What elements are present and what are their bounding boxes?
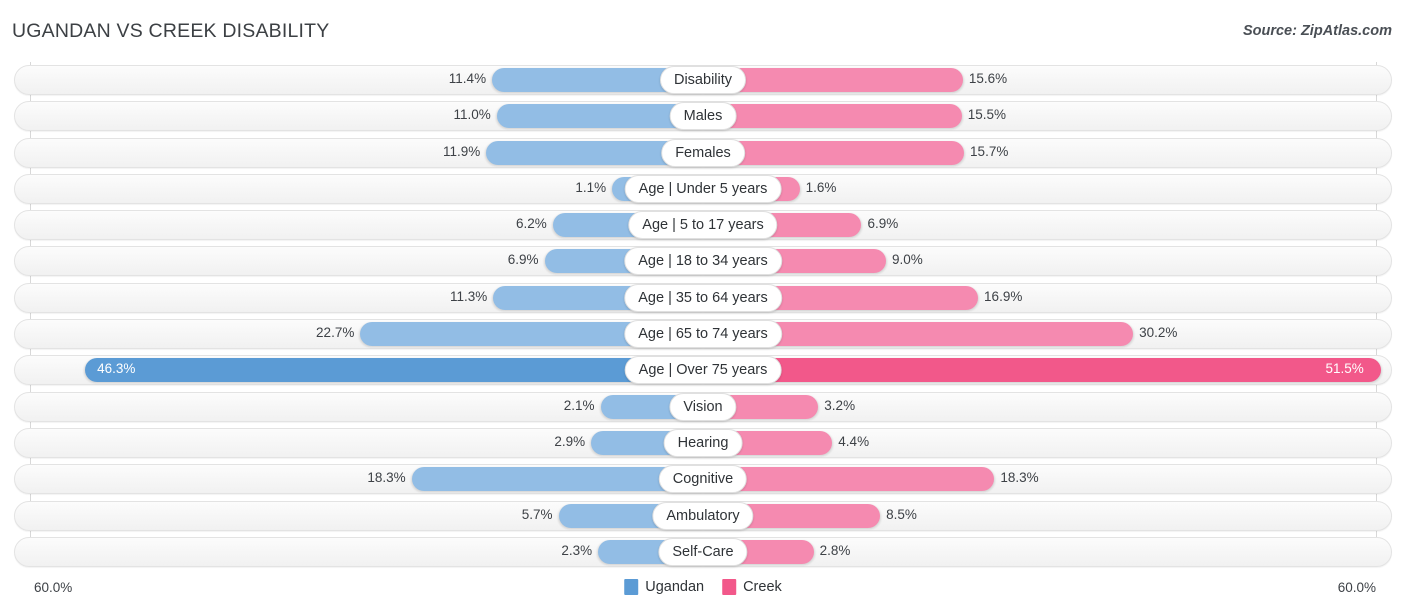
value-label-ugandan: 6.9%: [507, 252, 539, 268]
category-label-pill[interactable]: Males: [669, 102, 737, 131]
diverging-bar-chart: 11.4% 15.6% Disability 11.0% 15.5% Males 11.9%…: [0, 62, 1406, 570]
value-label-creek: 3.2%: [824, 397, 856, 413]
value-label-creek: 16.9%: [984, 288, 1023, 304]
chart-row: 2.3% 2.8% Self-Care: [0, 534, 1406, 570]
category-label-pill[interactable]: Self-Care: [658, 537, 748, 566]
chart-row: 6.2% 6.9% Age | 5 to 17 years: [0, 207, 1406, 243]
value-label-creek: 2.8%: [819, 542, 851, 558]
value-label-creek: 15.7%: [970, 143, 1009, 159]
chart-footer: 60.0% Ugandan Creek 60.0%: [0, 570, 1406, 612]
page-title: UGANDAN VS CREEK DISABILITY: [12, 20, 330, 42]
value-label-ugandan: 5.7%: [521, 506, 553, 522]
value-label-creek: 51.5%: [1325, 361, 1364, 377]
value-label-ugandan: 22.7%: [316, 325, 355, 341]
bar-creek: [703, 104, 962, 129]
value-label-creek: 4.4%: [838, 433, 870, 449]
legend-swatch-icon: [722, 579, 737, 595]
category-label-pill[interactable]: Age | 35 to 64 years: [624, 283, 782, 312]
value-label-ugandan: 6.2%: [515, 216, 547, 232]
chart-row: 1.1% 1.6% Age | Under 5 years: [0, 171, 1406, 207]
legend-label: Ugandan: [645, 579, 705, 595]
axis-label-right: 60.0%: [1337, 580, 1376, 595]
axis-label-left: 60.0%: [34, 580, 73, 595]
category-label-pill[interactable]: Hearing: [663, 428, 743, 457]
chart-row: 11.9% 15.7% Females: [0, 135, 1406, 171]
value-label-creek: 30.2%: [1139, 325, 1178, 341]
category-label-pill[interactable]: Age | 5 to 17 years: [628, 211, 778, 240]
category-label-pill[interactable]: Disability: [659, 66, 747, 94]
chart-page: UGANDAN VS CREEK DISABILITY Source: ZipA…: [0, 0, 1406, 612]
chart-rows: 11.4% 15.6% Disability 11.0% 15.5% Males 11.9%…: [0, 62, 1406, 570]
value-label-ugandan: 11.3%: [449, 288, 488, 304]
value-label-creek: 6.9%: [867, 216, 899, 232]
value-label-ugandan: 11.4%: [448, 71, 487, 86]
value-label-creek: 1.6%: [805, 179, 837, 195]
value-label-ugandan: 2.3%: [561, 542, 593, 558]
category-label-pill[interactable]: Females: [661, 138, 745, 167]
chart-row: 5.7% 8.5% Ambulatory: [0, 498, 1406, 534]
chart-row: 22.7% 30.2% Age | 65 to 74 years: [0, 316, 1406, 352]
category-label-pill[interactable]: Age | Under 5 years: [624, 174, 782, 203]
chart-header: UGANDAN VS CREEK DISABILITY Source: ZipA…: [0, 0, 1406, 60]
category-label-pill[interactable]: Age | 65 to 74 years: [624, 320, 782, 349]
legend-item[interactable]: Ugandan: [624, 579, 704, 595]
category-label-pill[interactable]: Vision: [669, 392, 737, 421]
value-label-ugandan: 1.1%: [575, 179, 607, 195]
chart-row: 11.3% 16.9% Age | 35 to 64 years: [0, 280, 1406, 316]
chart-row: 18.3% 18.3% Cognitive: [0, 461, 1406, 497]
bar-ugandan: [85, 358, 703, 383]
category-label-pill[interactable]: Age | 18 to 34 years: [624, 247, 782, 276]
category-label-pill[interactable]: Cognitive: [658, 465, 748, 494]
bar-creek: [703, 358, 1382, 383]
chart-legend: Ugandan Creek: [624, 579, 782, 595]
value-label-creek: 15.6%: [968, 71, 1008, 86]
value-label-creek: 9.0%: [891, 252, 923, 268]
value-label-ugandan: 18.3%: [367, 470, 406, 486]
value-label-creek: 8.5%: [886, 506, 917, 522]
value-label-ugandan: 46.3%: [97, 361, 136, 377]
category-label-pill[interactable]: Age | Over 75 years: [624, 356, 782, 385]
value-label-ugandan: 11.9%: [442, 143, 481, 159]
legend-item[interactable]: Creek: [722, 579, 782, 595]
chart-row: 2.9% 4.4% Hearing: [0, 425, 1406, 461]
value-label-creek: 15.5%: [967, 107, 1006, 123]
chart-row: 11.4% 15.6% Disability: [0, 62, 1406, 98]
legend-label: Creek: [743, 579, 782, 595]
value-label-creek: 18.3%: [1000, 470, 1039, 486]
chart-row: 11.0% 15.5% Males: [0, 98, 1406, 134]
source-attribution: Source: ZipAtlas.com: [1242, 23, 1392, 39]
chart-row: 6.9% 9.0% Age | 18 to 34 years: [0, 243, 1406, 279]
category-label-pill[interactable]: Ambulatory: [652, 501, 754, 530]
value-label-ugandan: 2.1%: [563, 397, 595, 413]
legend-swatch-icon: [624, 579, 639, 595]
chart-row: 2.1% 3.2% Vision: [0, 389, 1406, 425]
value-label-ugandan: 11.0%: [453, 107, 491, 123]
value-label-ugandan: 2.9%: [554, 433, 586, 449]
chart-row: 46.3% 51.5% Age | Over 75 years: [0, 352, 1406, 388]
